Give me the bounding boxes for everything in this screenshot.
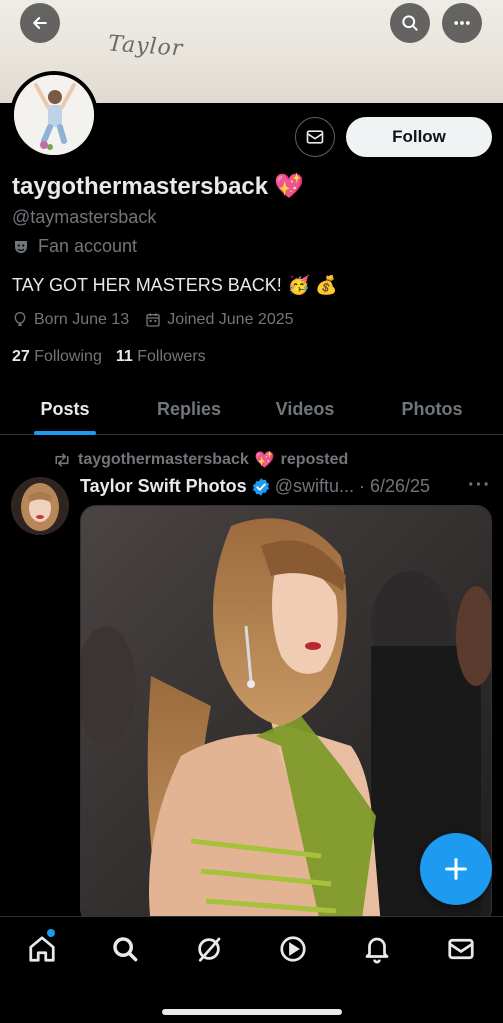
tab-posts[interactable]: Posts — [0, 383, 130, 435]
tab-photos[interactable]: Photos — [367, 383, 497, 435]
repost-icon — [55, 453, 69, 467]
followers-count: 11 — [115, 348, 133, 365]
theater-masks-icon — [15, 240, 27, 253]
repost-indicator[interactable]: taygothermastersback 💖 reposted — [52, 450, 348, 470]
nav-search[interactable] — [109, 933, 141, 965]
search-icon — [113, 937, 138, 962]
joined-text: Joined June 2025 — [167, 311, 294, 328]
calendar-icon — [146, 313, 160, 327]
search-button[interactable] — [390, 3, 430, 43]
follow-button[interactable]: Follow — [346, 117, 492, 157]
notification-dot — [47, 929, 55, 937]
category-label: Fan account — [38, 236, 138, 256]
display-name-row: taygothermastersback 💖 — [12, 172, 304, 201]
following-label: Following — [34, 348, 102, 365]
banner-handwriting: Taylor — [107, 31, 185, 62]
joined-item: Joined June 2025 — [145, 311, 294, 329]
post-more-button[interactable]: ··· — [468, 474, 491, 497]
nav-home[interactable] — [26, 933, 58, 965]
plus-icon — [445, 858, 467, 880]
following-count: 27 — [12, 348, 30, 365]
birthday-text: Born June 13 — [34, 311, 130, 328]
active-tab-indicator — [34, 431, 96, 435]
compose-button[interactable] — [420, 833, 492, 905]
following-link[interactable]: 27 Following — [12, 348, 102, 366]
author-avatar-photo — [11, 477, 69, 535]
repost-suffix: reposted — [280, 451, 349, 468]
mail-icon — [448, 938, 474, 960]
profile-handle: @taymastersback — [12, 207, 157, 227]
post-header: Taylor Swift Photos @swiftu... · 6/26/25 — [80, 476, 430, 497]
bio-text: TAY GOT HER MASTERS BACK! — [12, 275, 282, 295]
repost-user: taygothermastersback — [78, 451, 249, 468]
home-icon — [29, 936, 55, 962]
post-author-avatar[interactable] — [11, 477, 69, 535]
grok-icon — [198, 937, 221, 962]
bio-emojis: 🥳 💰 — [287, 275, 338, 295]
followers-label: Followers — [137, 348, 206, 365]
mail-icon — [306, 130, 324, 144]
nav-notifications[interactable] — [361, 933, 393, 965]
tab-replies[interactable]: Replies — [124, 383, 254, 435]
profile-avatar[interactable] — [10, 71, 98, 159]
video-icon — [280, 936, 306, 962]
arrow-left-icon — [33, 17, 47, 29]
followers-link[interactable]: 11 Followers — [116, 348, 206, 366]
balloon-icon — [14, 311, 26, 326]
bottom-navigation — [0, 916, 503, 1023]
display-name: taygothermastersback — [12, 172, 269, 200]
nav-grok[interactable] — [193, 933, 225, 965]
tab-videos[interactable]: Videos — [240, 383, 370, 435]
account-category: Fan account — [12, 236, 137, 257]
post-handle-date: @swiftu... · 6/26/25 — [274, 476, 431, 496]
profile-tabs: Posts Replies Videos Photos — [0, 383, 503, 435]
nav-messages[interactable] — [445, 933, 477, 965]
profile-bio: TAY GOT HER MASTERS BACK! 🥳 💰 — [12, 275, 338, 296]
message-button[interactable] — [295, 117, 335, 157]
more-horizontal-icon — [454, 21, 470, 25]
more-options-button[interactable] — [442, 3, 482, 43]
post-author-name[interactable]: Taylor Swift Photos — [80, 476, 247, 497]
profile-meta: Born June 13 Joined June 2025 — [12, 311, 294, 329]
nav-video[interactable] — [277, 933, 309, 965]
back-button[interactable] — [20, 3, 60, 43]
bell-icon — [365, 937, 389, 964]
search-icon — [402, 15, 418, 31]
birthday-item: Born June 13 — [12, 311, 129, 329]
sparkling-heart-emoji: 💖 — [274, 173, 305, 200]
repost-emoji: 💖 — [254, 452, 275, 469]
avatar-photo — [14, 75, 94, 155]
profile-stats: 27 Following 11 Followers — [12, 348, 206, 366]
home-indicator — [162, 1009, 342, 1015]
verified-badge-icon — [252, 477, 269, 496]
